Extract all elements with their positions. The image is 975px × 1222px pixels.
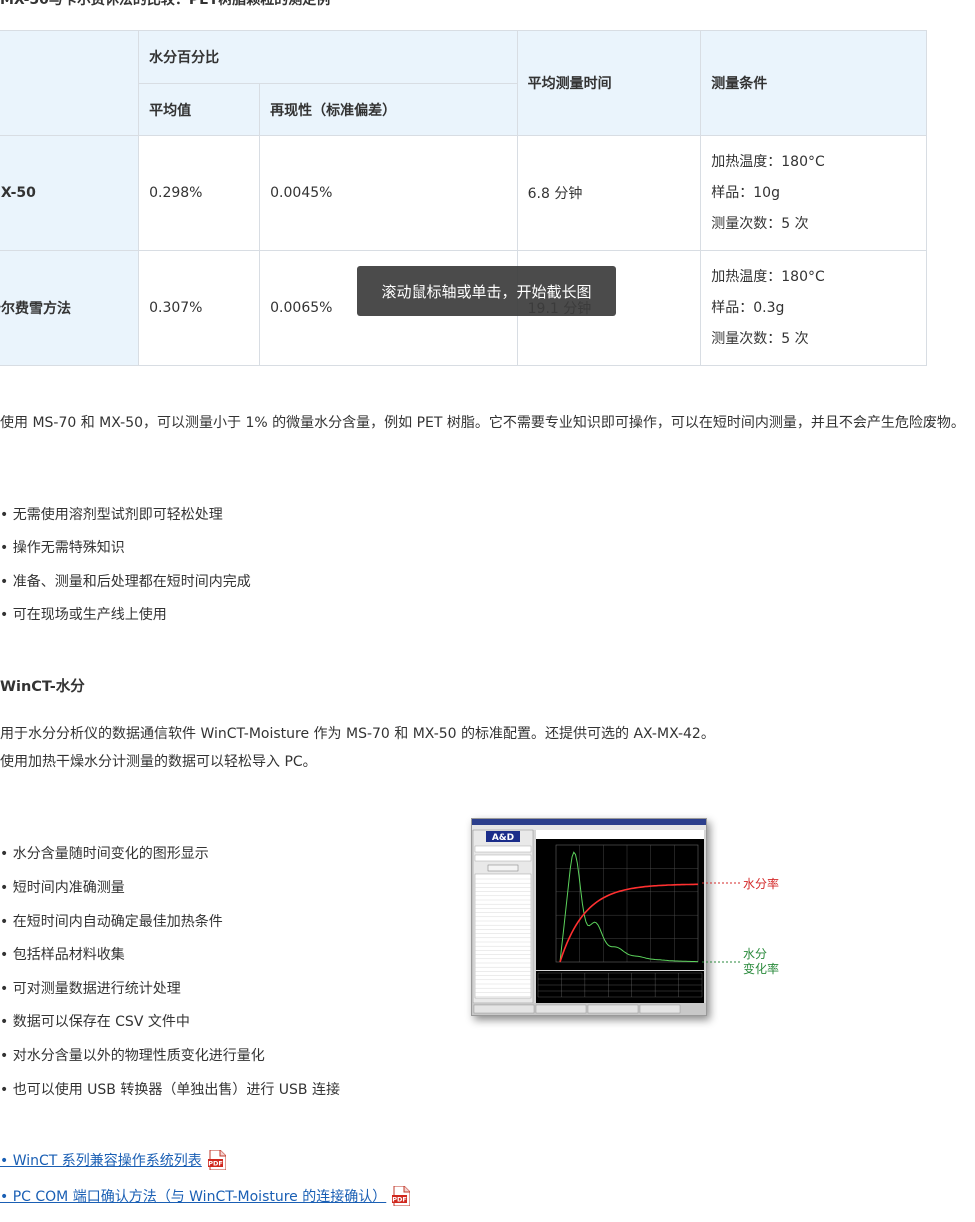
wincct-screenshot-image: A&D [471, 818, 707, 1016]
wincct-feature-item: • 水分含量随时间变化的图形显示 [0, 846, 209, 862]
svg-text:PDF: PDF [208, 1160, 223, 1168]
wincct-desc-1: 用于水分分析仪的数据通信软件 WinCT-Moisture 作为 MS-70 和… [0, 726, 715, 742]
cell-average: 0.298% [138, 135, 261, 251]
condition-temp: 加热温度：180°C [711, 153, 825, 170]
link-com-port-confirmation[interactable]: • PC COM 端口确认方法（与 WinCT-Moisture 的连接确认） … [0, 1185, 411, 1207]
header-avg-time: 平均测量时间 [516, 30, 702, 136]
condition-temp: 加热温度：180°C [711, 268, 825, 285]
cell-average: 0.307% [138, 250, 261, 366]
screenshot-tooltip[interactable]: 滚动鼠标轴或单击，开始截长图 [357, 266, 616, 316]
wincct-feature-item: • 可对测量数据进行统计处理 [0, 981, 181, 997]
table-row: MX-50 0.298% 0.0045% 6.8 分钟 加热温度：180°C 样… [0, 135, 927, 251]
svg-text:A&D: A&D [492, 833, 514, 843]
cell-time: 6.8 分钟 [516, 135, 702, 251]
wincct-feature-item: • 包括样品材料收集 [0, 947, 125, 963]
header-average: 平均值 [138, 83, 261, 136]
summary-text: 使用 MS-70 和 MX-50，可以测量小于 1% 的微量水分含量，例如 PE… [0, 415, 965, 431]
header-conditions: 测量条件 [700, 30, 927, 136]
cell-conditions: 加热温度：180°C 样品：0.3g 测量次数：5 次 [700, 250, 927, 366]
wincct-heading: WinCT-水分 [0, 679, 85, 695]
section-heading-comparison: MX-50与卡尔费休法的比较：PET树脂颗粒的测定例 [0, 0, 331, 8]
link-label: • WinCT 系列兼容操作系统列表 [0, 1153, 202, 1169]
label-moisture-rate: 水分率 [743, 877, 780, 891]
wincct-feature-item: • 在短时间内自动确定最佳加热条件 [0, 914, 223, 930]
cell-repeatability: 0.0045% [259, 135, 518, 251]
condition-count: 测量次数：5 次 [711, 330, 809, 347]
header-moisture-percent: 水分百分比 [138, 30, 518, 84]
wincct-screenshot-svg: A&D [472, 819, 706, 1015]
row-name: 卡尔费雪方法 [0, 250, 140, 366]
link-label: • PC COM 端口确认方法（与 WinCT-Moisture 的连接确认） [0, 1189, 387, 1205]
condition-sample: 样品：10g [711, 184, 780, 201]
feature-item: • 准备、测量和后处理都在短时间内完成 [0, 574, 251, 590]
svg-text:PDF: PDF [392, 1196, 407, 1204]
row-name: MX-50 [0, 135, 140, 251]
wincct-feature-item: • 对水分含量以外的物理性质变化进行量化 [0, 1048, 265, 1064]
header-repeatability: 再现性（标准偏差） [259, 83, 518, 136]
label-change-rate-2: 变化率 [743, 962, 780, 976]
pdf-icon: PDF [207, 1149, 227, 1171]
ad-logo-icon: A&D [486, 831, 520, 843]
condition-count: 测量次数：5 次 [711, 215, 809, 232]
feature-item: • 无需使用溶剂型试剂即可轻松处理 [0, 507, 223, 523]
table-corner-header [0, 30, 140, 136]
condition-sample: 样品：0.3g [711, 299, 785, 316]
feature-item: • 可在现场或生产线上使用 [0, 607, 167, 623]
pdf-icon: PDF [392, 1185, 411, 1207]
wincct-feature-item: • 短时间内准确测量 [0, 880, 125, 896]
wincct-feature-item: • 数据可以保存在 CSV 文件中 [0, 1014, 190, 1030]
wincct-feature-item: • 也可以使用 USB 转换器（单独出售）进行 USB 连接 [0, 1082, 340, 1098]
feature-item: • 操作无需特殊知识 [0, 540, 125, 556]
figure-callout-lines [702, 882, 740, 963]
wincct-desc-2: 使用加热干燥水分计测量的数据可以轻松导入 PC。 [0, 754, 317, 770]
page: MX-50与卡尔费休法的比较：PET树脂颗粒的测定例 水分百分比 平均测量时间 … [0, 0, 975, 1222]
cell-conditions: 加热温度：180°C 样品：10g 测量次数：5 次 [700, 135, 927, 251]
link-wincct-os-list[interactable]: • WinCT 系列兼容操作系统列表 PDF [0, 1149, 227, 1171]
